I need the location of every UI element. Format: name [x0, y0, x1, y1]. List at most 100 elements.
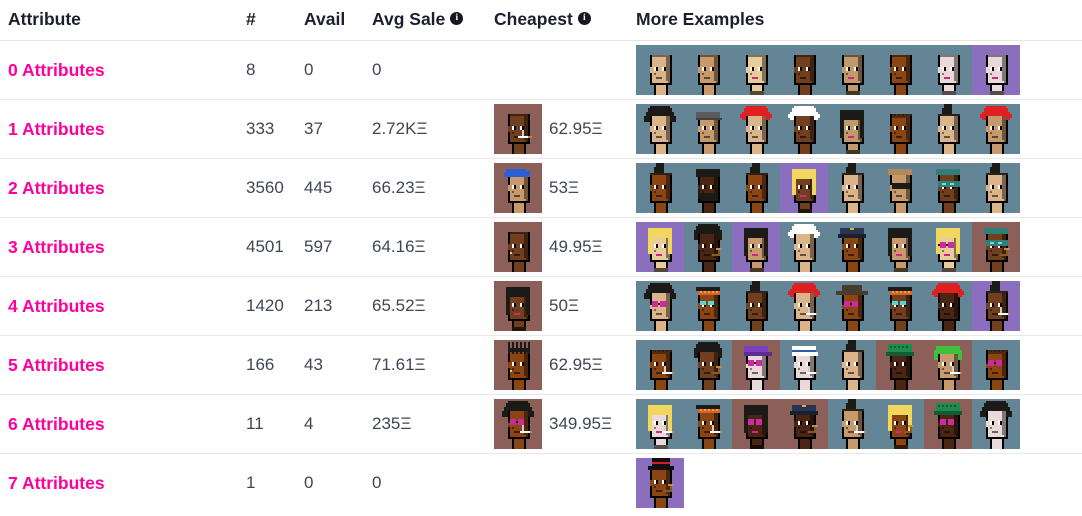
punk-avatar[interactable]	[684, 399, 732, 449]
examples-wrap	[636, 399, 1082, 449]
punk-avatar[interactable]	[780, 340, 828, 390]
punk-avatar[interactable]	[780, 163, 828, 213]
punk-avatar[interactable]	[636, 163, 684, 213]
punk-avatar[interactable]	[684, 340, 732, 390]
cheapest-price: 50Ξ	[549, 296, 579, 315]
punk-avatar[interactable]	[684, 222, 732, 272]
cell-cheapest: 53Ξ	[494, 158, 636, 218]
cheapest-price: 349.95Ξ	[549, 414, 613, 433]
punk-avatar[interactable]	[684, 104, 732, 154]
cell-avail: 597	[304, 217, 372, 277]
cheapest-price: 62.95Ξ	[549, 355, 603, 374]
attribute-link[interactable]: 5 Attributes	[0, 355, 105, 375]
punk-avatar[interactable]	[876, 281, 924, 331]
punk-avatar[interactable]	[828, 104, 876, 154]
punk-avatar[interactable]	[780, 399, 828, 449]
punk-avatar[interactable]	[494, 281, 542, 331]
punk-avatar[interactable]	[828, 45, 876, 95]
punk-avatar[interactable]	[732, 45, 780, 95]
punk-avatar[interactable]	[876, 340, 924, 390]
punk-avatar[interactable]	[972, 281, 1020, 331]
punk-avatar[interactable]	[924, 104, 972, 154]
punk-avatar[interactable]	[636, 281, 684, 331]
attribute-link[interactable]: 3 Attributes	[0, 237, 105, 257]
punk-avatar[interactable]	[684, 281, 732, 331]
punk-avatar[interactable]	[636, 45, 684, 95]
header-cheapest-label: Cheapest	[494, 9, 573, 29]
cell-count: 4501	[246, 217, 304, 277]
cheapest-info-icon[interactable]: i	[577, 12, 591, 25]
punk-avatar[interactable]	[636, 458, 684, 509]
table-row: 4 Attributes 1420 213 65.52Ξ 50Ξ	[0, 276, 1082, 336]
punk-avatar[interactable]	[924, 281, 972, 331]
attributes-table: Attribute # Avail Avg Sale i Cheapest i Mo…	[0, 0, 1082, 513]
punk-avatar[interactable]	[828, 399, 876, 449]
punk-avatar[interactable]	[828, 281, 876, 331]
cheapest-wrap: 349.95Ξ	[494, 399, 636, 449]
cell-count: 8	[246, 40, 304, 100]
header-cheapest[interactable]: Cheapest i	[494, 0, 636, 41]
punk-avatar[interactable]	[876, 45, 924, 95]
punk-avatar[interactable]	[780, 104, 828, 154]
punk-avatar[interactable]	[780, 45, 828, 95]
punk-avatar[interactable]	[828, 222, 876, 272]
attribute-link[interactable]: 1 Attributes	[0, 119, 105, 139]
punk-avatar[interactable]	[494, 340, 542, 390]
header-attribute[interactable]: Attribute	[0, 0, 246, 41]
punk-avatar[interactable]	[828, 163, 876, 213]
punk-avatar[interactable]	[780, 222, 828, 272]
header-count[interactable]: #	[246, 0, 304, 41]
punk-avatar[interactable]	[494, 222, 542, 272]
punk-avatar[interactable]	[924, 340, 972, 390]
table-row: 3 Attributes 4501 597 64.16Ξ 49.95Ξ	[0, 217, 1082, 277]
punk-avatar[interactable]	[972, 163, 1020, 213]
punk-avatar[interactable]	[972, 222, 1020, 272]
cell-more-examples	[636, 335, 1082, 395]
cell-attribute: 2 Attributes	[0, 158, 246, 218]
punk-avatar[interactable]	[972, 45, 1020, 95]
punk-avatar[interactable]	[636, 222, 684, 272]
avg-sale-info-icon[interactable]: i	[450, 12, 464, 25]
header-avail[interactable]: Avail	[304, 0, 372, 41]
punk-avatar[interactable]	[494, 163, 542, 213]
attribute-link[interactable]: 6 Attributes	[0, 414, 105, 434]
punk-avatar[interactable]	[732, 340, 780, 390]
header-avg-sale[interactable]: Avg Sale i	[372, 0, 494, 41]
punk-avatar[interactable]	[636, 399, 684, 449]
punk-avatar[interactable]	[924, 222, 972, 272]
punk-avatar[interactable]	[876, 399, 924, 449]
punk-avatar[interactable]	[732, 163, 780, 213]
cell-avail: 445	[304, 158, 372, 218]
cell-avail: 0	[304, 40, 372, 100]
punk-avatar[interactable]	[780, 281, 828, 331]
punk-avatar[interactable]	[876, 104, 924, 154]
attribute-link[interactable]: 7 Attributes	[0, 473, 105, 493]
punk-avatar[interactable]	[732, 222, 780, 272]
punk-avatar[interactable]	[494, 399, 542, 449]
punk-avatar[interactable]	[972, 104, 1020, 154]
attribute-link[interactable]: 2 Attributes	[0, 178, 105, 198]
punk-avatar[interactable]	[732, 399, 780, 449]
examples-wrap	[636, 163, 1082, 213]
punk-avatar[interactable]	[924, 45, 972, 95]
punk-avatar[interactable]	[684, 163, 732, 213]
punk-avatar[interactable]	[732, 104, 780, 154]
table-row: 0 Attributes 8 0 0	[0, 40, 1082, 100]
punk-avatar[interactable]	[876, 163, 924, 213]
punk-avatar[interactable]	[924, 399, 972, 449]
punk-avatar[interactable]	[924, 163, 972, 213]
punk-avatar[interactable]	[494, 104, 542, 154]
punk-avatar[interactable]	[732, 281, 780, 331]
punk-avatar[interactable]	[636, 104, 684, 154]
punk-avatar[interactable]	[972, 399, 1020, 449]
attribute-link[interactable]: 0 Attributes	[0, 60, 105, 80]
cell-more-examples	[636, 394, 1082, 454]
punk-avatar[interactable]	[636, 340, 684, 390]
punk-avatar[interactable]	[828, 340, 876, 390]
cheapest-wrap: 62.95Ξ	[494, 340, 636, 390]
cell-more-examples	[636, 276, 1082, 336]
punk-avatar[interactable]	[876, 222, 924, 272]
attribute-link[interactable]: 4 Attributes	[0, 296, 105, 316]
punk-avatar[interactable]	[684, 45, 732, 95]
punk-avatar[interactable]	[972, 340, 1020, 390]
